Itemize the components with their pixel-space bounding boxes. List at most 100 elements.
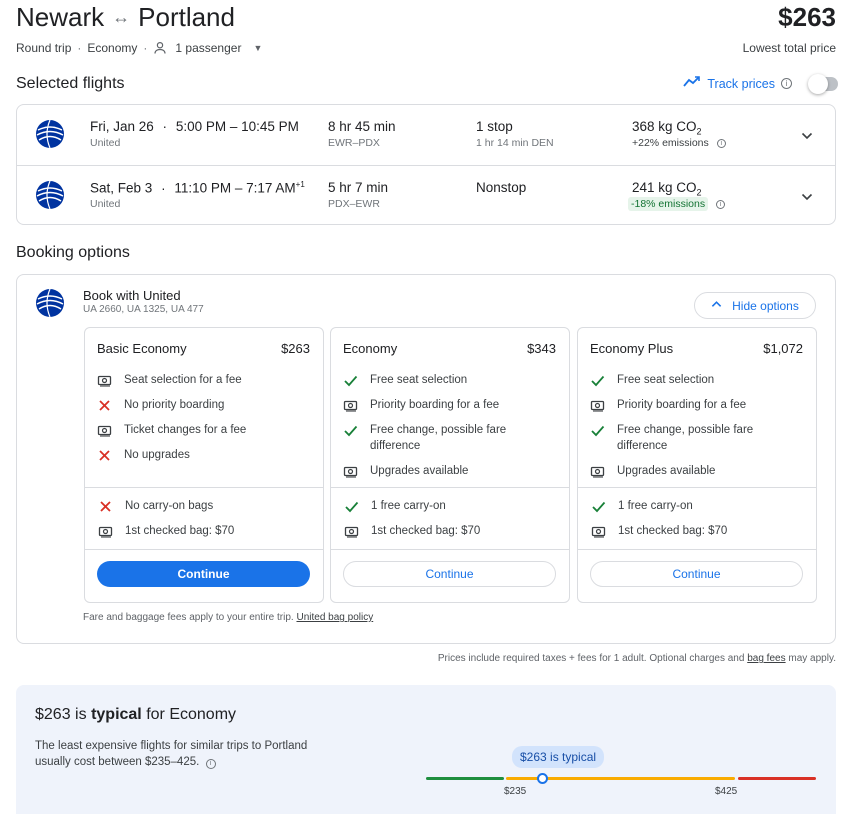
co2-value: 241 kg CO — [632, 180, 697, 195]
united-logo-icon — [35, 119, 65, 149]
price-range-high-bar — [738, 777, 816, 780]
passenger-count: 1 passenger — [175, 41, 242, 55]
continue-button[interactable]: Continue — [343, 561, 556, 587]
close-icon — [97, 397, 112, 413]
fare-feature-text: No priority boarding — [124, 399, 225, 411]
stop-detail: 1 hr 14 min DEN — [476, 137, 554, 149]
fees-note: Fare and baggage fees apply to your enti… — [83, 612, 373, 623]
prices-note-suffix: may apply. — [788, 653, 836, 664]
continue-button[interactable]: Continue — [590, 561, 803, 587]
baggage-feature-text: 1st checked bag: $70 — [618, 525, 728, 537]
money-icon — [343, 397, 358, 413]
fare-card-economy: Economy $343 Free seat selection Priority b… — [330, 327, 570, 603]
typical-price-pill: $263 is typical — [512, 746, 605, 768]
baggage-feature: 1 free carry-on — [344, 498, 564, 514]
flight-times: 11:10 PM – 7:17 AM — [174, 180, 296, 196]
bag-fees-link[interactable]: bag fees — [747, 653, 785, 664]
fare-feature-text: Upgrades available — [617, 465, 716, 477]
united-logo-icon — [35, 180, 65, 210]
info-icon[interactable]: i — [781, 78, 792, 89]
bag-policy-link[interactable]: United bag policy — [296, 612, 373, 623]
swap-arrows-icon: ↔ — [112, 7, 131, 27]
fare-feature-text: No upgrades — [124, 449, 190, 461]
baggage-feature-text: 1 free carry-on — [618, 500, 693, 512]
track-prices-toggle[interactable] — [808, 73, 838, 94]
separator-dot: · — [161, 180, 166, 196]
fare-feature: Free seat selection — [590, 372, 810, 388]
lowest-price-note: Lowest total price — [742, 41, 836, 55]
info-icon[interactable]: i — [205, 759, 216, 769]
fare-feature: Free change, possible fare difference — [590, 422, 810, 454]
flight-duration: 5 hr 7 min — [328, 180, 389, 195]
co2-amount: 368 kg CO2 — [632, 119, 702, 137]
continue-button[interactable]: Continue — [97, 561, 310, 587]
expand-chevron-icon[interactable] — [801, 129, 813, 141]
fare-name: Basic Economy — [97, 341, 187, 356]
flight-route: PDX–EWR — [328, 198, 380, 210]
price-range-low-bar — [426, 777, 504, 780]
fare-feature-text: Free change, possible fare difference — [370, 424, 507, 452]
fare-name: Economy — [343, 341, 398, 356]
insight-level: typical — [91, 706, 142, 723]
trip-summary: Round trip · Economy · 1 passenger ▼ — [16, 41, 262, 55]
destination-city: Portland — [138, 2, 235, 32]
close-icon — [98, 498, 113, 514]
flight-duration: 8 hr 45 min — [328, 119, 396, 134]
info-icon[interactable]: i — [716, 138, 726, 148]
info-icon[interactable]: i — [716, 199, 726, 209]
flight-datetime: Sat, Feb 3 · 11:10 PM – 7:17 AM+1 — [90, 180, 305, 196]
fare-feature: Free seat selection — [343, 372, 563, 388]
flight-datetime: Fri, Jan 26 · 5:00 PM – 10:45 PM — [90, 119, 299, 134]
track-prices-control[interactable]: Track prices i — [683, 73, 838, 94]
baggage-feature-text: No carry-on bags — [125, 500, 214, 512]
flight-row-return[interactable]: Sat, Feb 3 · 11:10 PM – 7:17 AM+1 United… — [17, 165, 835, 225]
insight-price: $263 — [35, 706, 71, 723]
expand-chevron-icon[interactable] — [801, 190, 813, 202]
fare-feature-text: Free seat selection — [370, 374, 468, 386]
fare-price: $1,072 — [763, 341, 803, 356]
booking-card: Book with United UA 2660, UA 1325, UA 47… — [16, 274, 836, 644]
baggage-feature-text: 1st checked bag: $70 — [371, 525, 481, 537]
money-icon — [98, 523, 113, 539]
flight-times: 5:00 PM – 10:45 PM — [175, 119, 299, 134]
fare-feature: Ticket changes for a fee — [97, 422, 317, 438]
money-icon — [343, 463, 358, 479]
fare-feature: Free change, possible fare difference — [343, 422, 563, 454]
check-icon — [343, 372, 358, 388]
baggage-feature-text: 1 free carry-on — [371, 500, 446, 512]
flight-row-outbound[interactable]: Fri, Jan 26 · 5:00 PM – 10:45 PM United … — [17, 105, 835, 165]
origin-city: Newark — [16, 2, 105, 32]
range-low-tick: $235 — [504, 786, 527, 797]
baggage-feature: 1st checked bag: $70 — [344, 523, 564, 539]
hide-options-button[interactable]: Hide options — [694, 292, 816, 319]
dropdown-caret-icon: ▼ — [253, 43, 263, 53]
co2-subscript: 2 — [696, 126, 702, 137]
trend-icon — [683, 76, 701, 91]
fare-feature: Priority boarding for a fee — [343, 397, 563, 413]
fare-feature-text: Seat selection for a fee — [124, 374, 242, 386]
prices-note-text: Prices include required taxes + fees for… — [437, 653, 745, 664]
insight-is: is — [75, 706, 87, 723]
track-prices-label: Track prices — [707, 76, 775, 91]
flight-date: Sat, Feb 3 — [90, 180, 153, 196]
flight-route: EWR–PDX — [328, 137, 380, 149]
passenger-selector[interactable]: 1 passenger ▼ — [153, 41, 262, 55]
fare-feature: Upgrades available — [590, 463, 810, 479]
fare-price: $263 — [281, 341, 310, 356]
fare-name: Economy Plus — [590, 341, 674, 356]
current-price-marker — [537, 773, 548, 784]
emissions-info: +22% emissions i — [632, 137, 726, 149]
next-day-indicator: +1 — [295, 180, 305, 189]
fare-feature-text: Priority boarding for a fee — [370, 399, 500, 411]
total-price: $263 — [778, 2, 836, 32]
price-insight-description: The least expensive flights for similar … — [35, 738, 335, 770]
emissions-info: -18% emissions i — [628, 197, 726, 211]
check-icon — [591, 498, 606, 514]
fees-note-text: Fare and baggage fees apply to your enti… — [83, 612, 294, 623]
fare-feature: Seat selection for a fee — [97, 372, 317, 388]
divider — [578, 487, 816, 488]
emissions-change: +22% emissions — [632, 137, 709, 149]
fare-price: $343 — [527, 341, 556, 356]
insight-description-text: The least expensive flights for similar … — [35, 740, 308, 768]
check-icon — [590, 372, 605, 388]
